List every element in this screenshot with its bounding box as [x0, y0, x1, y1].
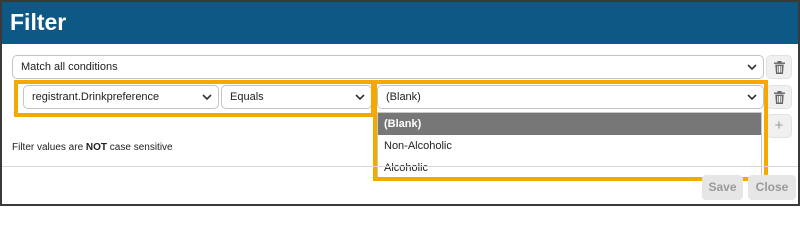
note-suffix: case sensitive	[107, 142, 173, 153]
value-selected: (Blank)	[386, 91, 421, 103]
close-button[interactable]: Close	[748, 175, 796, 200]
match-mode-select[interactable]: Match all conditions	[12, 55, 764, 79]
filter-dialog: Filter Match all conditions registrant.D…	[0, 0, 800, 206]
save-button[interactable]: Save	[702, 175, 743, 200]
option-non-alcoholic[interactable]: Non-Alcoholic	[378, 135, 761, 157]
chevron-down-icon	[746, 56, 758, 78]
footer-divider	[2, 166, 798, 167]
chevron-down-icon	[746, 86, 758, 108]
operator-value: Equals	[230, 91, 264, 103]
case-sensitivity-note: Filter values are NOT case sensitive	[12, 142, 173, 153]
chevron-down-icon	[354, 86, 366, 108]
dialog-title: Filter	[10, 9, 67, 35]
delete-condition-button[interactable]	[766, 85, 792, 109]
value-options-list: (Blank) Non-Alcoholic Alcoholic	[377, 112, 762, 179]
delete-match-button[interactable]	[766, 55, 792, 79]
option-blank[interactable]: (Blank)	[378, 113, 761, 135]
dialog-header: Filter	[2, 2, 798, 44]
trash-icon	[773, 60, 785, 74]
match-mode-value: Match all conditions	[21, 61, 118, 73]
operator-select[interactable]: Equals	[221, 85, 372, 109]
value-select[interactable]: (Blank)	[377, 85, 764, 109]
add-condition-button[interactable]: +	[766, 114, 792, 138]
chevron-down-icon	[201, 86, 213, 108]
field-select[interactable]: registrant.Drinkpreference	[23, 85, 219, 109]
plus-icon: +	[774, 117, 784, 134]
note-emphasis: NOT	[85, 142, 108, 153]
trash-icon	[773, 90, 785, 104]
field-value: registrant.Drinkpreference	[32, 91, 160, 103]
note-prefix: Filter values are	[12, 142, 86, 153]
